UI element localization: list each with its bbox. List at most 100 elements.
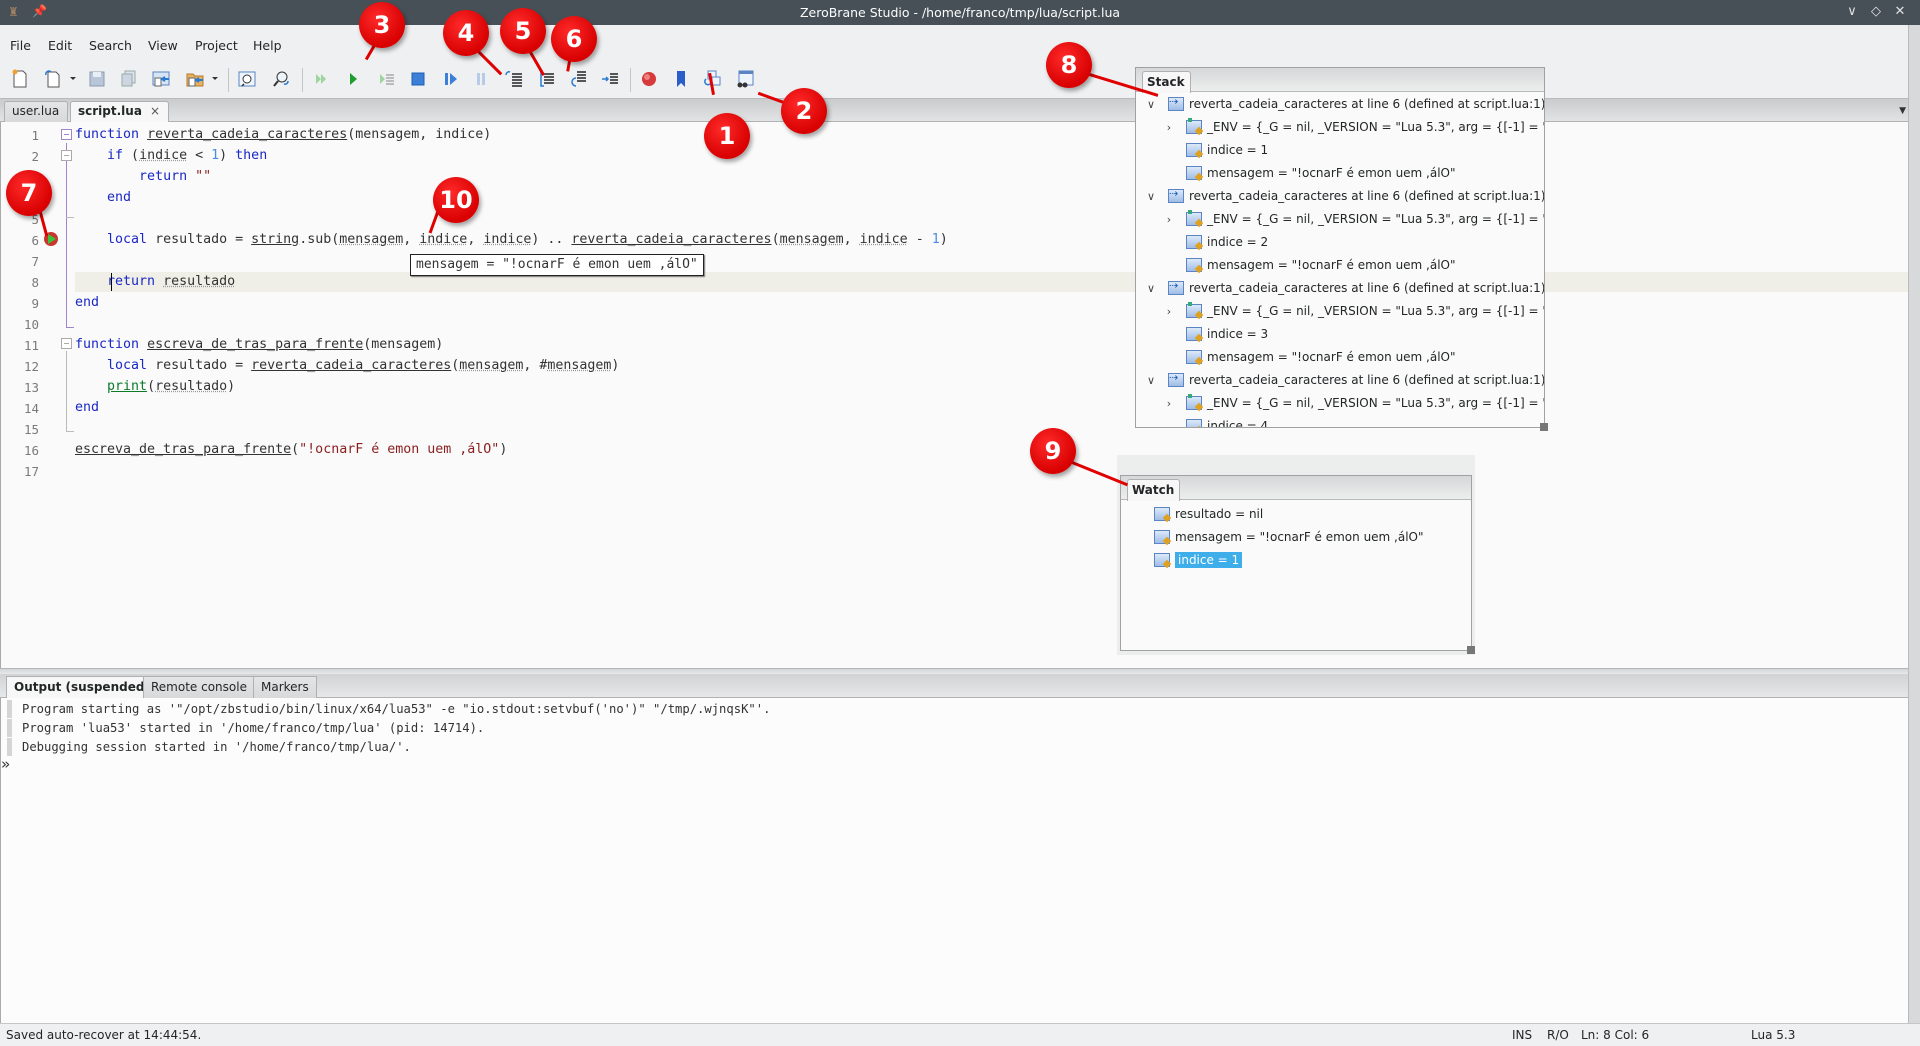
close-window-button[interactable]: ✕	[1891, 4, 1909, 19]
tab-markers[interactable]: Markers	[253, 676, 317, 698]
stack-frame-row[interactable]: ∨ reverta_cadeia_caracteres at line 6 (de…	[1144, 369, 1544, 391]
stack-variable-row[interactable]: › _ENV = {_G = nil, _VERSION = "Lua 5.3",…	[1162, 208, 1544, 230]
stack-frame-row[interactable]: ∨ reverta_cadeia_caracteres at line 6 (de…	[1144, 277, 1544, 299]
watch-var-icon	[1154, 553, 1170, 567]
stack-variable-row[interactable]: › _ENV = {_G = nil, _VERSION = "Lua 5.3",…	[1162, 116, 1544, 138]
new-file-button[interactable]	[9, 69, 31, 91]
project-directory-icon	[151, 69, 171, 92]
stack-variable-row[interactable]: › _ENV = {_G = nil, _VERSION = "Lua 5.3",…	[1162, 392, 1544, 414]
code-line: return resultado	[107, 274, 236, 289]
minimize-button[interactable]: ∨	[1843, 4, 1861, 19]
expand-chevron-icon[interactable]: ›	[1162, 213, 1176, 226]
menu-view[interactable]: View	[148, 38, 178, 53]
stack-variable-row[interactable]: mensagem = "!ocnarF é emon uem ,álO"	[1162, 346, 1456, 368]
fold-toggle-icon[interactable]	[61, 150, 72, 161]
menu-project[interactable]: Project	[195, 38, 238, 53]
expand-chevron-icon[interactable]: ›	[1162, 397, 1176, 410]
watch-row[interactable]: resultado = nil	[1154, 503, 1263, 525]
collapse-chevron-icon[interactable]: ∨	[1144, 374, 1158, 387]
watch-row[interactable]: indice = 1	[1154, 549, 1243, 571]
stack-variable-row[interactable]: mensagem = "!ocnarF é emon uem ,álO"	[1162, 162, 1456, 184]
expand-chevron-icon[interactable]: ›	[1162, 305, 1176, 318]
choose-project-dropdown[interactable]	[212, 77, 218, 80]
save-all-button[interactable]	[117, 69, 139, 91]
output-tab-bar: Output (suspended) Remote console Marker…	[0, 674, 1908, 698]
find-replace-icon	[271, 69, 291, 92]
fold-toggle-icon[interactable]	[61, 129, 72, 140]
stack-frame-icon	[1168, 279, 1184, 295]
line-number: 12	[23, 359, 39, 374]
watch-window-button[interactable]	[734, 69, 756, 91]
run-to-line-icon	[600, 69, 620, 92]
var-icon	[1186, 143, 1202, 157]
project-directory-button[interactable]	[150, 69, 172, 91]
tab-watch[interactable]: Watch	[1127, 479, 1181, 501]
find-replace-button[interactable]	[270, 69, 292, 91]
tab-script-lua[interactable]: script.lua ×	[70, 101, 169, 123]
resize-handle[interactable]	[1467, 646, 1475, 654]
table-var-icon	[1186, 302, 1202, 318]
stack-frame-row[interactable]: ∨ reverta_cadeia_caracteres at line 6 (de…	[1144, 185, 1544, 207]
tab-stack[interactable]: Stack	[1142, 71, 1191, 93]
stack-variable-row[interactable]: mensagem = "!ocnarF é emon uem ,álO"	[1162, 254, 1456, 276]
tab-list-dropdown-icon[interactable]: ▼	[1899, 106, 1906, 116]
expand-chevron-icon[interactable]: ›	[1162, 121, 1176, 134]
open-file-button[interactable]	[42, 69, 64, 91]
interpreter-name: Lua 5.3	[1751, 1028, 1796, 1042]
close-tab-icon[interactable]: ×	[150, 104, 160, 118]
toggle-breakpoint-button[interactable]	[638, 69, 660, 91]
stack-frame-row[interactable]: ∨ reverta_cadeia_caracteres at line 6 (de…	[1144, 93, 1544, 115]
watch-list[interactable]: resultado = nil mensagem = "!ocnarF é emo…	[1121, 501, 1471, 650]
choose-project-button[interactable]	[184, 69, 206, 91]
toolbar-separator	[302, 68, 303, 92]
stop-debug-button[interactable]	[407, 69, 429, 91]
stack-variable-row[interactable]: indice = 1	[1162, 139, 1268, 161]
menu-help[interactable]: Help	[253, 38, 282, 53]
maximize-button[interactable]: ◇	[1867, 4, 1885, 19]
break-button[interactable]	[440, 69, 462, 91]
code-editor[interactable]: 1234567891011121314151617 function rever…	[0, 122, 1908, 668]
run-to-line-button[interactable]	[599, 69, 621, 91]
find-button[interactable]	[236, 69, 258, 91]
tab-remote-console[interactable]: Remote console	[143, 676, 255, 698]
stack-variable-row[interactable]: indice = 3	[1162, 323, 1268, 345]
annotation-callout-2: 2	[781, 88, 827, 134]
watch-row[interactable]: mensagem = "!ocnarF é emon uem ,álO"	[1154, 526, 1424, 548]
line-number: 1	[31, 128, 39, 143]
save-button[interactable]	[86, 69, 108, 91]
collapse-chevron-icon[interactable]: ∨	[1144, 98, 1158, 111]
annotation-callout-6: 6	[551, 16, 597, 62]
start-debug-button[interactable]	[342, 69, 364, 91]
right-edge-scrollbar[interactable]	[1908, 25, 1920, 1025]
code-line: function escreva_de_tras_para_frente(men…	[75, 337, 444, 352]
collapse-chevron-icon[interactable]: ∨	[1144, 282, 1158, 295]
row-text: reverta_cadeia_caracteres at line 6 (def…	[1189, 373, 1544, 387]
toggle-bookmark-button[interactable]	[670, 69, 692, 91]
menu-file[interactable]: File	[10, 38, 31, 53]
step-over-button[interactable]	[535, 69, 557, 91]
annotation-callout-9: 9	[1030, 428, 1076, 474]
pause-button[interactable]	[470, 69, 492, 91]
run-button[interactable]	[310, 69, 332, 91]
step-into-icon	[504, 69, 524, 92]
step-into-button[interactable]	[503, 69, 525, 91]
console-prompt-icon: »	[1, 755, 11, 773]
stack-tree[interactable]: ∨ reverta_cadeia_caracteres at line 6 (de…	[1136, 93, 1544, 427]
fold-toggle-icon[interactable]	[61, 338, 72, 349]
code-line: local resultado = string.sub(mensagem, i…	[107, 232, 948, 247]
run-to-cursor-button[interactable]	[376, 69, 398, 91]
resize-handle[interactable]	[1540, 423, 1548, 431]
tab-user-lua[interactable]: user.lua	[4, 101, 69, 122]
collapse-chevron-icon[interactable]: ∨	[1144, 190, 1158, 203]
menu-edit[interactable]: Edit	[48, 38, 72, 53]
stop-icon	[408, 69, 428, 92]
tab-output[interactable]: Output (suspended)	[6, 676, 158, 698]
open-file-dropdown[interactable]	[70, 77, 76, 80]
menu-search[interactable]: Search	[89, 38, 132, 53]
annotation-callout-4: 4	[443, 10, 489, 56]
stack-variable-row[interactable]: › _ENV = {_G = nil, _VERSION = "Lua 5.3",…	[1162, 300, 1544, 322]
stack-variable-row[interactable]: indice = 4	[1162, 415, 1268, 427]
output-console[interactable]: Program starting as '"/opt/zbstudio/bin/…	[0, 698, 1908, 1023]
step-out-button[interactable]	[567, 69, 589, 91]
stack-variable-row[interactable]: indice = 2	[1162, 231, 1268, 253]
